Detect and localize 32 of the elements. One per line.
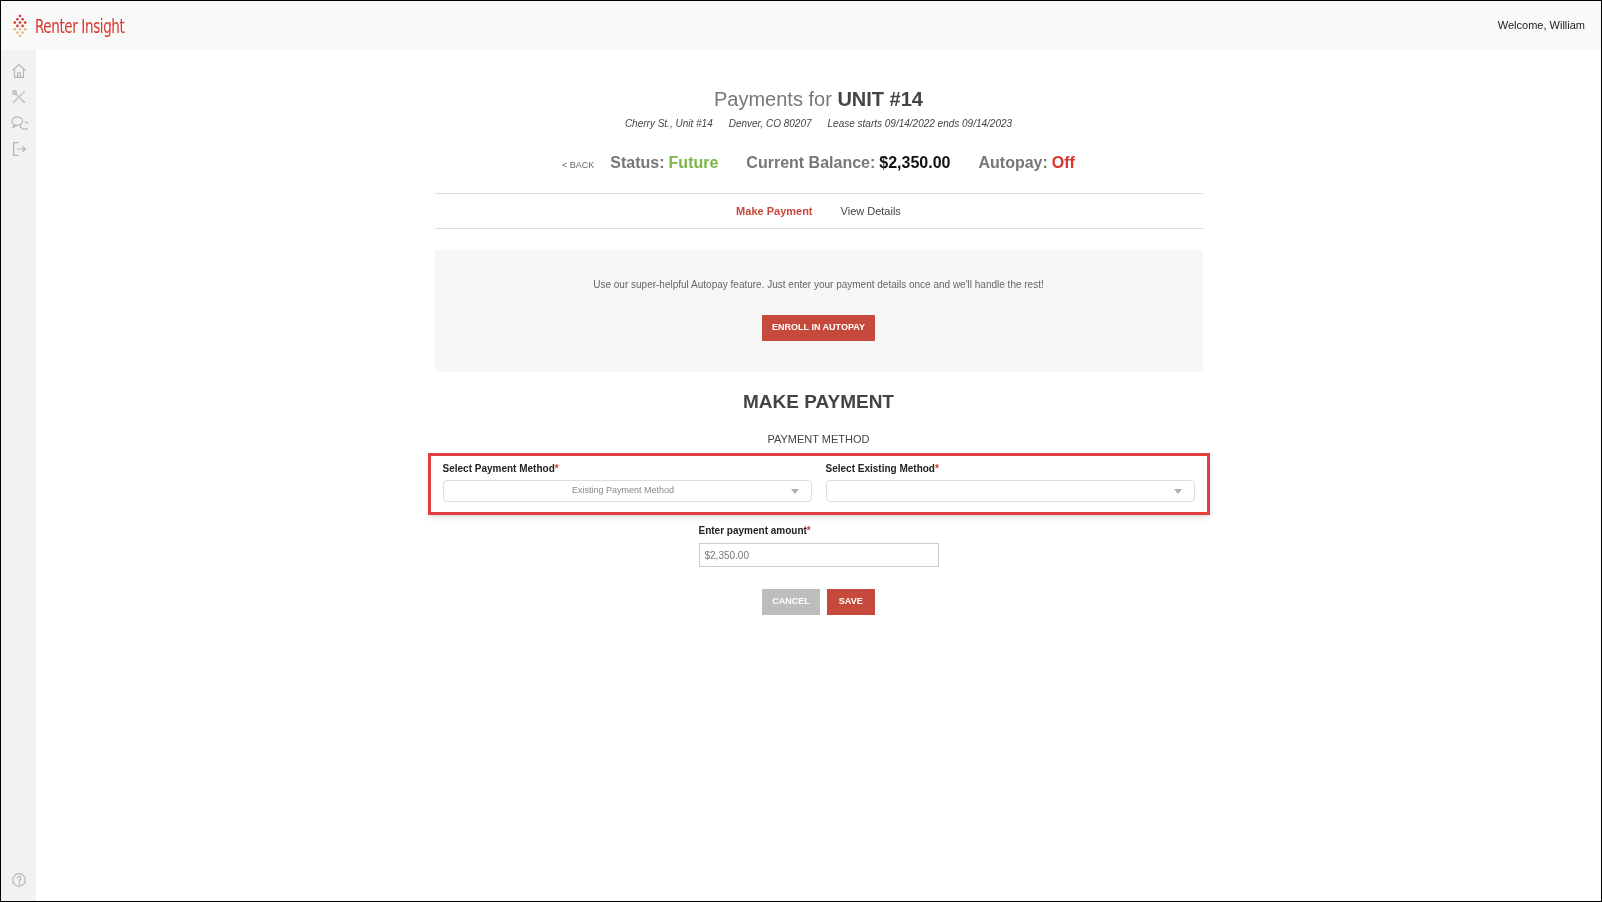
field-label: Enter payment amount* [698,524,812,538]
welcome-text: Welcome, William [1497,18,1586,34]
home-icon[interactable] [9,62,28,80]
save-button[interactable]: SAVE [826,589,875,615]
stat-label: Current Balance: [746,153,876,173]
back-link[interactable]: < BACK [562,159,595,173]
lease-info: Denver, CO 80207 [728,117,812,131]
stat-value: Off [1051,153,1075,173]
help-icon[interactable] [9,871,28,889]
brand-name[interactable]: Renter Insight [35,10,125,41]
lease-info: Lease starts 09/14/2022 ends 09/14/2023 [827,117,1013,131]
amount-field[interactable]: $2,350.00 [698,543,939,567]
stat-value: Future [668,153,719,173]
section-title: PAYMENT METHOD [767,431,870,447]
caret-icon [1173,488,1182,494]
field-label: Select Existing Method* [825,462,940,476]
stat-label: Status: [610,153,665,173]
autopay-text: Use our super-helpful Autopay feature. Just enter your payment details once and we'll handle the rest! [593,278,1044,292]
tab[interactable]: View Details [840,202,901,220]
stat-value: $2,350.00 [879,153,951,173]
caret-icon [790,488,799,494]
field-label: Select Payment Method* [442,462,560,476]
form-title: MAKE PAYMENT [743,390,894,414]
select-field[interactable]: Existing Payment Method [442,480,812,502]
enroll-button[interactable]: ENROLL IN AUTOPAY [762,315,875,341]
lease-info: Cherry St., Unit #14 [624,117,713,131]
stat-label: Autopay: [978,153,1048,173]
tools-icon[interactable] [9,88,28,106]
tab[interactable]: Make Payment [736,202,813,220]
select-field[interactable] [825,480,1195,502]
chat-icon[interactable] [9,114,28,132]
page-title: Payments for UNIT #14 [714,87,923,112]
